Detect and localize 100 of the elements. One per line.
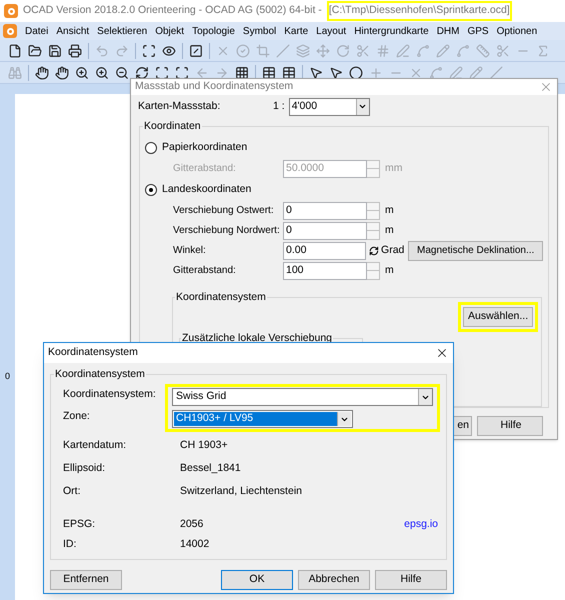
- printer-icon[interactable]: [68, 44, 82, 58]
- binoculars-icon[interactable]: [8, 66, 22, 80]
- field-label: EPSG:: [63, 517, 96, 532]
- scissors-icon[interactable]: [356, 44, 370, 58]
- cut-icon[interactable]: [496, 44, 510, 58]
- dialog-button[interactable]: Entfernen: [50, 570, 122, 590]
- ruler-icon[interactable]: [476, 44, 490, 58]
- number-field[interactable]: 0.00: [283, 242, 366, 260]
- pencil-icon[interactable]: [469, 66, 483, 80]
- folder-icon[interactable]: [28, 44, 42, 58]
- table-icon[interactable]: [262, 66, 276, 80]
- field-label: Gitterabstand:: [173, 162, 237, 176]
- spin-buttons[interactable]: [367, 202, 380, 220]
- menu-item[interactable]: Datei: [25, 24, 48, 38]
- crop-icon[interactable]: [256, 44, 270, 58]
- menu-item[interactable]: Hintergrundkarte: [354, 24, 429, 38]
- pen-line-icon[interactable]: [396, 44, 410, 58]
- layers-icon[interactable]: [296, 44, 310, 58]
- table-small-icon[interactable]: [282, 66, 296, 80]
- menu-item[interactable]: Symbol: [242, 24, 276, 38]
- number-field[interactable]: 0: [283, 222, 367, 240]
- hash-icon[interactable]: [376, 44, 390, 58]
- slash-icon[interactable]: [276, 44, 290, 58]
- menu-item[interactable]: GPS: [467, 24, 489, 38]
- scale-combo[interactable]: 4'000: [288, 98, 370, 116]
- zoom-out-icon[interactable]: [115, 66, 129, 80]
- menu-item[interactable]: DHM: [436, 24, 460, 38]
- radio-button[interactable]: [145, 184, 157, 196]
- field-value: CH 1903+: [180, 438, 228, 453]
- hand-icon[interactable]: [35, 66, 49, 80]
- menu-item[interactable]: Ansicht: [56, 24, 90, 38]
- refresh-icon[interactable]: [135, 66, 149, 80]
- pointer-icon[interactable]: [309, 66, 323, 80]
- field-label: Ort:: [63, 484, 82, 499]
- unit-label: m: [385, 202, 394, 218]
- undo-icon[interactable]: [95, 44, 109, 58]
- system-combo[interactable]: Swiss Grid: [172, 388, 433, 406]
- field-label: Koordinatensystem:: [63, 387, 157, 402]
- dialog-button[interactable]: Abbrechen: [298, 570, 370, 590]
- frame-icon[interactable]: [142, 44, 156, 58]
- menu-item[interactable]: Topologie: [192, 24, 235, 38]
- back-arrow-icon[interactable]: [195, 66, 209, 80]
- dialog-button[interactable]: Auswählen...: [463, 306, 533, 327]
- new-file-icon[interactable]: [8, 44, 22, 58]
- field-label: Karten-Massstab:: [138, 98, 222, 114]
- app-logo-icon: [4, 4, 18, 18]
- spin-buttons[interactable]: [367, 160, 380, 178]
- menu-item[interactable]: Karte: [284, 24, 308, 38]
- dialog-title: Massstab und Koordinatensystem: [135, 79, 294, 94]
- field-label: Ellipsoid:: [63, 460, 106, 476]
- field-label: Winkel:: [173, 244, 207, 258]
- number-field[interactable]: 0: [283, 202, 367, 220]
- dialog-button[interactable]: Hilfe: [375, 570, 447, 590]
- radio-button[interactable]: [145, 142, 157, 154]
- slash-icon[interactable]: [489, 66, 503, 80]
- unit-label: m: [385, 262, 394, 278]
- curve-icon[interactable]: [456, 44, 470, 58]
- field-value: 14002: [180, 537, 210, 552]
- forward-arrow-icon[interactable]: [215, 66, 229, 80]
- dialog-button[interactable]: OK: [221, 570, 293, 590]
- menu-item[interactable]: Optionen: [496, 24, 538, 38]
- slashed-square-icon[interactable]: [189, 44, 203, 58]
- spin-buttons[interactable]: [367, 262, 380, 280]
- file-path: [C:\Tmp\Diessenhofen\Sprintkarte.ocd]: [326, 1, 512, 21]
- dialog-button[interactable]: Hilfe: [477, 416, 543, 436]
- field-label: Gitterabstand:: [173, 264, 237, 278]
- rotate-icon[interactable]: [336, 44, 350, 58]
- menu-item[interactable]: Selektieren: [97, 24, 148, 38]
- dialog-title: Koordinatensystem: [48, 345, 138, 360]
- epsg-link[interactable]: epsg.io: [404, 517, 440, 533]
- sigma-icon[interactable]: [536, 44, 550, 58]
- radio-label: Papierkoordinaten: [162, 140, 248, 155]
- hand-scroll-icon[interactable]: [55, 66, 69, 80]
- pen-icon[interactable]: [449, 66, 463, 80]
- unit-label: m: [385, 222, 394, 238]
- zone-value: CH1903+ / LV95: [174, 412, 337, 426]
- field-label: Verschiebung Ostwert:: [173, 204, 275, 218]
- move-icon[interactable]: [316, 44, 330, 58]
- circle-check-icon[interactable]: [236, 44, 250, 58]
- number-field[interactable]: 100: [283, 262, 367, 280]
- zone-combo[interactable]: CH1903+ / LV95: [172, 410, 353, 428]
- pencil-icon[interactable]: [436, 44, 450, 58]
- group-title: Koordinatensystem: [175, 290, 267, 306]
- unit-label: Grad: [381, 242, 404, 258]
- spin-buttons[interactable]: [367, 222, 380, 240]
- zoom-in-icon[interactable]: [75, 66, 89, 80]
- rotate-icon: [369, 246, 380, 256]
- field-value: Switzerland, Liechtenstein: [180, 484, 302, 499]
- field-label: Verschiebung Nordwert:: [173, 224, 281, 238]
- grid-icon[interactable]: [235, 66, 249, 80]
- dialog-button[interactable]: Magnetische Deklination...: [408, 240, 543, 261]
- save-icon[interactable]: [48, 44, 62, 58]
- field-label: 1 :: [273, 98, 285, 114]
- menu-item[interactable]: Layout: [316, 24, 346, 38]
- redo-icon[interactable]: [115, 44, 129, 58]
- spline-icon[interactable]: [416, 44, 430, 58]
- eye-icon[interactable]: [162, 44, 176, 58]
- app-menu-icon[interactable]: [3, 24, 17, 38]
- frame-icon[interactable]: [155, 66, 169, 80]
- menu-item[interactable]: Objekt: [155, 24, 184, 38]
